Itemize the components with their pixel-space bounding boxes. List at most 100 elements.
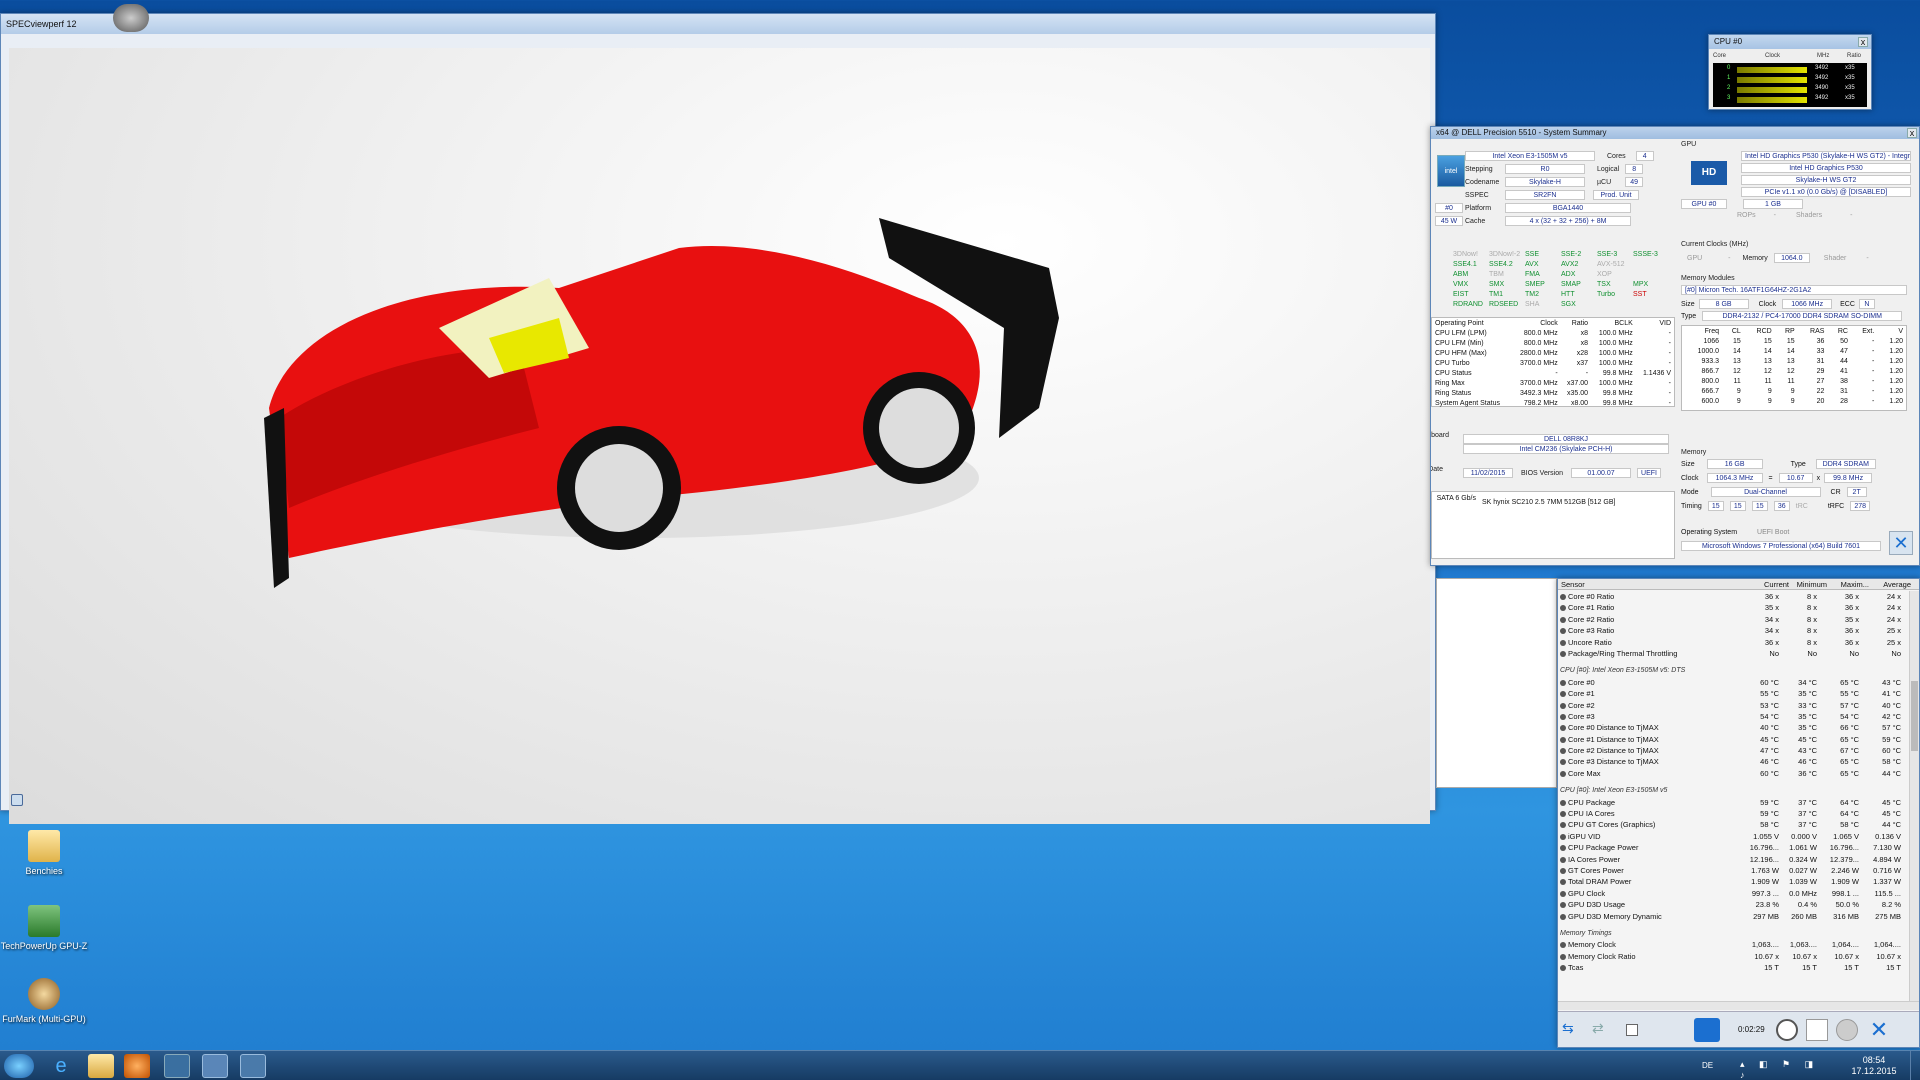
sensor-status-window[interactable]: Sensor Current Minimum Maxim... Average … [1557,578,1920,1048]
drives-list[interactable]: SATA 6 Gb/s SK hynix SC210 2.5 7MM 512GB … [1431,491,1675,559]
taskbar-app-icon[interactable] [164,1054,190,1078]
sensor-group-header[interactable]: Memory Timings [1558,928,1909,939]
layout-icon[interactable] [1626,1024,1638,1036]
sensor-row[interactable]: CPU IA Cores 59 °C 37 °C 64 °C 45 °C [1558,808,1909,819]
sensor-row[interactable]: GPU Clock 997.3 ... 0.0 MHz 998.1 ... 115.5 … [1558,888,1909,899]
horizontal-scrollbar[interactable] [1558,1001,1919,1010]
sensor-value: 59 °C [1760,797,1779,807]
sensor-row[interactable]: Core #2 53 °C 33 °C 57 °C 40 °C [1558,700,1909,711]
network-icon[interactable] [1694,1018,1720,1042]
op-cell: 100.0 MHz [1598,349,1633,357]
close-button[interactable]: x [1858,37,1868,47]
specviewperf-window[interactable]: SPECviewperf 12 [0,4,1436,824]
sensor-row[interactable]: CPU Package 59 °C 37 °C 64 °C 45 °C [1558,797,1909,808]
clock[interactable]: 08:54 17.12.2015 [1846,1055,1902,1077]
sensor-row[interactable]: Memory Clock Ratio 10.67 x 10.67 x 10.67 x 1… [1558,951,1909,962]
sensor-row[interactable]: Core Max 60 °C 36 °C 65 °C 44 °C [1558,768,1909,779]
sensor-value: 24 x [1886,614,1901,624]
collapse-icon[interactable]: ⇄ [1592,1020,1616,1040]
sensor-row[interactable]: Core #2 Distance to TjMAX 47 °C 43 °C 67 °C… [1558,745,1909,756]
op-cell: CPU Status [1435,369,1472,377]
taskbar-window-icon[interactable] [240,1054,266,1078]
sensor-row[interactable]: GPU D3D Memory Dynamic 297 MB 260 MB 316 MB… [1558,911,1909,922]
cpu-select[interactable]: #0 [1435,203,1463,213]
sensor-group-header[interactable]: CPU [#0]: Intel Xeon E3-1505M v5 [1558,785,1909,796]
clock-icon[interactable] [1776,1019,1798,1041]
system-summary-titlebar[interactable]: x64 @ DELL Precision 5510 - System Summa… [1431,127,1919,139]
system-summary-window[interactable]: x64 @ DELL Precision 5510 - System Summa… [1430,126,1920,566]
sensor-row[interactable]: Core #1 55 °C 35 °C 55 °C 41 °C [1558,688,1909,699]
specviewperf-titlebar[interactable]: SPECviewperf 12 [1,14,1435,34]
timing-cell: 1.20 [1889,397,1903,405]
ie-icon[interactable]: e [48,1054,74,1078]
sensor-value: 12.379... [1829,854,1859,864]
sensor-row[interactable]: Uncore Ratio 36 x 8 x 36 x 25 x [1558,637,1909,648]
timing-cell: - [1871,367,1875,375]
sensor-row[interactable]: Memory Clock 1,063.... 1,063.... 1,064.... 1… [1558,939,1909,950]
sensor-name: Tcas [1568,963,1584,973]
expand-icon[interactable]: ⇆ [1562,1020,1586,1040]
sensor-row[interactable]: CPU Package Power 16.796... 1.061 W 16.796.… [1558,842,1909,853]
settings-icon[interactable] [1836,1019,1858,1041]
sspec-value: SR2FN [1505,190,1585,200]
close-summary-button[interactable]: ✕ [1889,531,1913,555]
sensor-row[interactable]: Core #2 Ratio 34 x 8 x 35 x 24 x [1558,614,1909,625]
logical-value: 8 [1625,164,1644,174]
op-cell: x35.00 [1567,389,1589,397]
sensor-row[interactable]: GT Cores Power 1.763 W 0.027 W 2.246 W 0.716… [1558,865,1909,876]
sensor-row[interactable]: IA Cores Power 12.196... 0.324 W 12.379... 4… [1558,854,1909,865]
sensor-row[interactable]: Total DRAM Power 1.909 W 1.039 W 1.909 W 1.3… [1558,876,1909,887]
sensor-value: 37 °C [1798,820,1817,830]
sensor-icon [1560,594,1566,600]
sensor-row[interactable]: Core #3 Distance to TjMAX 46 °C 46 °C 65 °C… [1558,756,1909,767]
vertical-scrollbar[interactable] [1909,591,1919,1001]
sensor-row[interactable]: Core #0 60 °C 34 °C 65 °C 43 °C [1558,677,1909,688]
viewport-corner-icon[interactable] [11,794,23,806]
sensor-row[interactable]: Core #3 54 °C 35 °C 54 °C 42 °C [1558,711,1909,722]
gpu-select[interactable]: GPU #0 [1681,199,1727,209]
taskbar-specviewperf-icon[interactable] [202,1054,228,1078]
op-cell: x8.00 [1570,399,1589,407]
sensor-row[interactable]: Core #0 Distance to TjMAX 40 °C 35 °C 66 °C… [1558,722,1909,733]
timing-cell: 12 [1763,367,1772,375]
sensor-icon [1560,856,1566,863]
sensor-value: 58 °C [1840,820,1859,830]
media-player-icon[interactable] [124,1054,150,1078]
show-desktop-button[interactable] [1910,1051,1920,1080]
sensor-name: Core #0 Ratio [1568,592,1615,601]
explorer-icon[interactable] [88,1054,114,1078]
desktop-icon-furmark[interactable]: FurMark (Multi-GPU) [0,978,88,1024]
render-viewport[interactable] [9,48,1430,824]
sensor-value: 24 x [1886,603,1901,613]
sensor-list[interactable]: Core #0 Ratio 36 x8 x 36 x 24 x Core #1 Rati… [1558,591,1909,1001]
language-indicator[interactable]: DE [1702,1061,1713,1070]
cpu-clock-titlebar[interactable]: CPU #0 [1709,35,1871,49]
cpu-clock-window[interactable]: CPU #0 x Core Clock MHz Ratio 0 3492 x35… [1708,34,1872,110]
sensor-row[interactable]: Tcas 15 T 15 T 15 T 15 T [1558,962,1909,973]
desktop-icon-benchies[interactable]: Benchies [0,830,88,876]
sensor-value: 43 °C [1882,677,1901,687]
elapsed-time: 0:02:29 [1738,1025,1765,1034]
table-row: 600.0 9 9 9 20 28 - 1.20 [1682,396,1906,406]
timing-cell: 1.20 [1889,387,1903,395]
tray-icons[interactable]: ▴ ◧ ⚑ ◨ ♪ [1740,1059,1820,1080]
sensor-value: 55 °C [1760,689,1779,699]
sensor-row[interactable]: Core #3 Ratio 34 x 8 x 36 x 25 x [1558,625,1909,636]
start-button[interactable] [4,1054,34,1078]
sensor-row[interactable]: GPU D3D Usage 23.8 % 0.4 % 50.0 % 8.2 % [1558,899,1909,910]
sensor-row[interactable]: Package/Ring Thermal Throttling No No No No [1558,648,1909,659]
close-button[interactable]: x [1907,128,1917,138]
sensor-row[interactable]: CPU GT Cores (Graphics) 58 °C 37 °C 58 °C 44… [1558,819,1909,830]
log-icon[interactable] [1806,1019,1828,1041]
sensor-row[interactable]: Core #1 Distance to TjMAX 45 °C 45 °C 65 °C… [1558,734,1909,745]
sensor-row[interactable]: iGPU VID 1.055 V 0.000 V 1.065 V 0.136 V [1558,831,1909,842]
op-cell: CPU HFM (Max) [1435,349,1487,357]
timing-cell: 1066 [1703,337,1720,345]
sensor-row[interactable]: Core #1 Ratio 35 x 8 x 36 x 24 x [1558,602,1909,613]
sensor-group-header[interactable]: CPU [#0]: Intel Xeon E3-1505M v5: DTS [1558,665,1909,676]
drive-interface: SATA 6 Gb/s [1436,495,1476,502]
module-select[interactable]: [#0] Micron Tech. 16ATF1G64HZ-2G1A2 [1681,285,1907,295]
desktop-icon-gpuz[interactable]: TechPowerUp GPU-Z [0,905,88,951]
close-icon[interactable]: ✕ [1866,1017,1892,1043]
sensor-row[interactable]: Core #0 Ratio 36 x 8 x 36 x 24 x [1558,591,1909,602]
